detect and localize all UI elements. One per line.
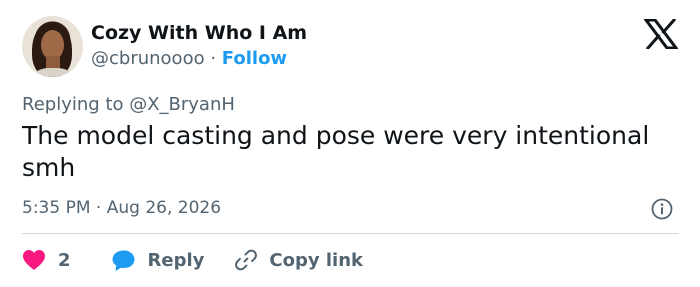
like-button[interactable]: 2: [22, 249, 71, 271]
follow-button[interactable]: Follow: [222, 48, 287, 69]
action-bar: 2 Reply Copy link: [22, 247, 363, 273]
info-icon[interactable]: [651, 198, 673, 220]
copy-link-button[interactable]: Copy link: [234, 248, 363, 272]
handle-separator: ·: [210, 48, 217, 69]
author-handle-row: @cbrunoooo · Follow: [91, 48, 287, 69]
avatar[interactable]: [22, 16, 83, 77]
author-display-name[interactable]: Cozy With Who I Am: [91, 22, 307, 44]
speech-bubble-icon: [112, 250, 135, 271]
reply-button[interactable]: Reply: [111, 249, 205, 272]
reply-label: Reply: [147, 249, 205, 271]
like-count: 2: [58, 249, 71, 271]
link-icon: [235, 249, 258, 271]
copy-link-label: Copy link: [269, 249, 363, 271]
tweet-date: Aug 26, 2026: [106, 198, 222, 218]
divider: [22, 233, 679, 234]
author-handle[interactable]: @cbrunoooo: [91, 48, 205, 69]
x-logo-icon[interactable]: [644, 19, 678, 49]
tweet-text: The model casting and pose were very int…: [22, 121, 650, 182]
timestamp-separator: ·: [95, 198, 102, 218]
replying-to[interactable]: Replying to @X_BryanH: [22, 94, 235, 115]
avatar-shirt: [34, 68, 72, 77]
heart-icon: [23, 250, 45, 270]
tweet-time: 5:35 PM: [22, 198, 91, 218]
tweet-timestamp[interactable]: 5:35 PM · Aug 26, 2026: [22, 198, 221, 218]
